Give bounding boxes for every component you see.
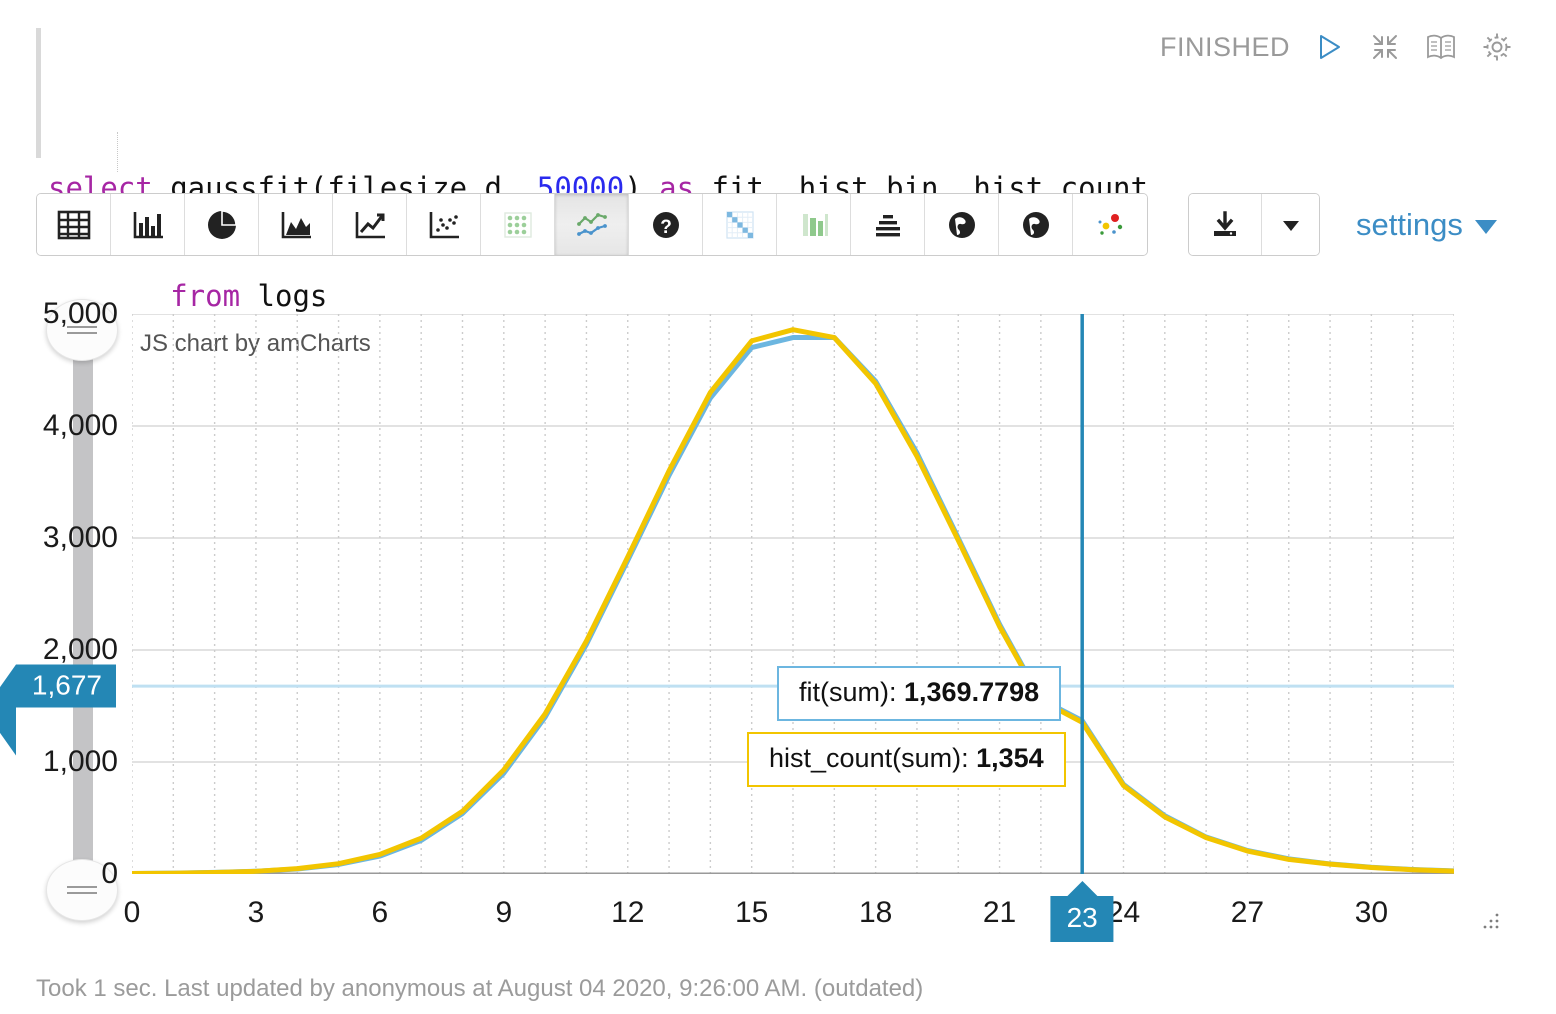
download-button-group — [1188, 193, 1320, 256]
x-axis-tick: 3 — [248, 896, 265, 930]
collapse-icon[interactable] — [1368, 30, 1402, 64]
multi-line-chart-icon[interactable] — [555, 194, 629, 255]
tooltip-value: 1,369.7798 — [904, 677, 1039, 707]
header-controls: FINISHED — [1160, 30, 1514, 64]
grip-lines-icon — [67, 882, 97, 898]
area-chart-icon[interactable] — [259, 194, 333, 255]
download-caret-icon[interactable] — [1261, 194, 1319, 255]
help-icon[interactable]: ? — [629, 194, 703, 255]
bar-chart-icon[interactable] — [111, 194, 185, 255]
tooltip-label: hist_count(sum): — [769, 743, 976, 773]
pie-chart-icon[interactable] — [185, 194, 259, 255]
x-axis-tick: 9 — [495, 896, 512, 930]
x-axis-tick: 21 — [983, 896, 1016, 930]
chevron-down-icon — [1475, 220, 1497, 234]
vertical-range-slider[interactable] — [46, 296, 120, 902]
book-icon[interactable] — [1424, 30, 1458, 64]
visualization-toolbar: ? settings — [36, 193, 1497, 256]
run-icon[interactable] — [1312, 30, 1346, 64]
chart-plot-area[interactable]: 01,0002,0003,0004,0005,00003691215182124… — [132, 314, 1454, 874]
table-icon[interactable] — [37, 194, 111, 255]
x-axis-tick: 30 — [1355, 896, 1388, 930]
heatmap-icon[interactable] — [703, 194, 777, 255]
tooltip-label: fit(sum): — [799, 677, 904, 707]
x-axis-tick: 15 — [735, 896, 768, 930]
status-badge: FINISHED — [1160, 32, 1290, 63]
gear-icon[interactable] — [1480, 30, 1514, 64]
chart-panel: JS chart by amCharts 01,0002,0003,0004,0… — [36, 288, 1520, 940]
histogram-icon[interactable] — [777, 194, 851, 255]
x-axis-tick: 0 — [124, 896, 141, 930]
y-axis-tick: 5,000 — [43, 297, 118, 331]
hist-tooltip: hist_count(sum): 1,354 — [747, 732, 1066, 787]
y-axis-tick: 2,000 — [43, 633, 118, 667]
x-axis-tick: 6 — [372, 896, 389, 930]
fit-tooltip: fit(sum): 1,369.7798 — [777, 666, 1061, 721]
x-axis-tick: 12 — [611, 896, 644, 930]
sql-editor[interactable]: select gaussfit(filesize_d, 50000) as fi… — [0, 86, 1520, 178]
scatter-chart-icon[interactable] — [407, 194, 481, 255]
svg-text:?: ? — [660, 217, 672, 238]
y-axis-tick: 4,000 — [43, 409, 118, 443]
dot-matrix-icon[interactable] — [481, 194, 555, 255]
globe-icon[interactable] — [925, 194, 999, 255]
footer-status: Took 1 sec. Last updated by anonymous at… — [36, 975, 923, 1003]
cursor-y-value-badge: 1,677 — [16, 665, 116, 708]
bubble-icon[interactable] — [1073, 194, 1147, 255]
notebook-paragraph-header: FINISHED — [0, 0, 1556, 86]
stacked-bars-icon[interactable] — [851, 194, 925, 255]
globe-alt-icon[interactable] — [999, 194, 1073, 255]
line-chart-icon[interactable] — [333, 194, 407, 255]
settings-button[interactable]: settings — [1356, 207, 1497, 243]
chart-type-button-group: ? — [36, 193, 1148, 256]
resize-handle[interactable] — [1476, 908, 1502, 934]
y-axis-tick: 3,000 — [43, 521, 118, 555]
y-axis-tick: 0 — [101, 857, 118, 891]
y-axis-tick: 1,000 — [43, 745, 118, 779]
tooltip-value: 1,354 — [976, 743, 1044, 773]
download-icon[interactable] — [1189, 194, 1261, 255]
x-axis-tick: 18 — [859, 896, 892, 930]
x-axis-tick: 27 — [1231, 896, 1264, 930]
cursor-x-value-badge: 23 — [1051, 896, 1114, 942]
settings-label: settings — [1356, 207, 1463, 243]
chart-svg — [132, 314, 1454, 874]
paragraph-indicator — [36, 28, 41, 158]
